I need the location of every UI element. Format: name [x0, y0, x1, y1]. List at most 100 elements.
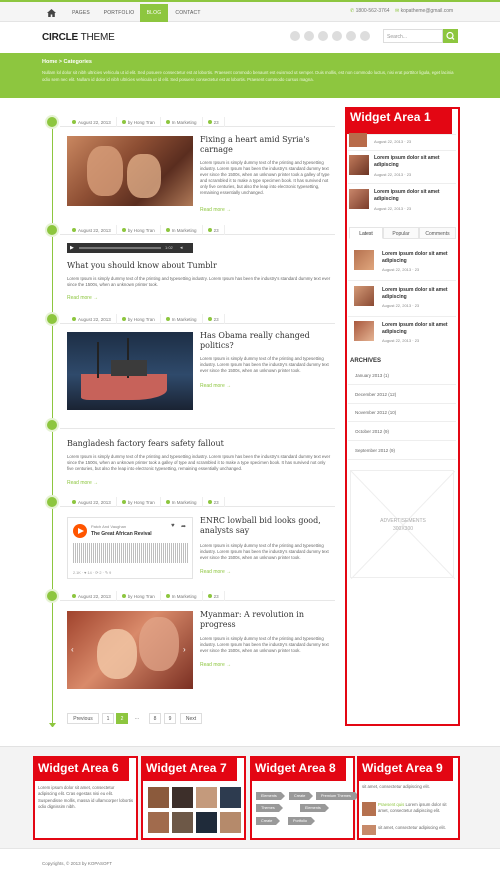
post-title[interactable]: Myanmar: A revolution in progress [200, 610, 335, 630]
pagination-page[interactable]: 9 [164, 713, 176, 724]
tweet-avatar[interactable] [362, 802, 376, 816]
twitter-icon[interactable] [332, 31, 342, 41]
soundcloud-waveform[interactable] [73, 543, 188, 563]
post-comments[interactable]: 23 [203, 591, 225, 601]
post-image[interactable] [67, 332, 193, 410]
post-image-slider[interactable]: ‹ › [67, 611, 193, 689]
post-category[interactable]: In Marketing [161, 225, 203, 235]
post-image[interactable] [67, 136, 193, 206]
read-more-link[interactable]: Read more → [200, 569, 231, 575]
sidebar-item-title[interactable]: Lorem ipsum dolor sit amet adipiscing [382, 251, 454, 264]
nav-pages[interactable]: PAGES [64, 4, 98, 22]
sidebar-thumb[interactable] [354, 286, 374, 306]
nav-portfolio[interactable]: PORTFOLIO [99, 4, 139, 22]
post-category[interactable]: In Marketing [161, 591, 203, 601]
site-logo[interactable]: CIRCLE THEME [42, 32, 115, 43]
post-category[interactable]: In Marketing [161, 314, 203, 324]
post-comments[interactable]: 23 [203, 117, 225, 127]
tag[interactable]: Themes [256, 804, 283, 812]
gallery-thumb[interactable] [220, 787, 241, 808]
sidebar-item-title[interactable]: Lorem ipsum dolor sit amet adipiscing [374, 155, 454, 168]
post-title[interactable]: Has Obama really changed politics? [200, 331, 335, 351]
advertisement-box[interactable]: ADVERTISEMENTS 300X300 [350, 470, 455, 579]
read-more-link[interactable]: Read more → [67, 295, 98, 301]
archive-link[interactable]: September 2012 (9) [355, 448, 395, 453]
gallery-thumb[interactable] [148, 787, 169, 808]
gallery-thumb[interactable] [196, 812, 217, 833]
post-title[interactable]: Bangladesh factory fears safety fallout [67, 439, 332, 449]
play-icon[interactable]: ▶ [70, 245, 76, 251]
tab-latest[interactable]: Latest [349, 227, 383, 239]
tweet-link[interactable]: Praesent quis [378, 802, 404, 807]
nav-blog[interactable]: BLOG [140, 4, 168, 22]
pagination-page[interactable]: 8 [149, 713, 161, 724]
gallery-thumb[interactable] [196, 787, 217, 808]
sidebar-thumb[interactable] [349, 155, 369, 175]
pagination-page[interactable]: 1 [102, 713, 114, 724]
tag[interactable]: Elements [300, 804, 329, 812]
archive-link[interactable]: October 2012 (9) [355, 429, 389, 434]
gallery-thumb[interactable] [220, 812, 241, 833]
soundcloud-artist[interactable]: Patch And Vaughan [91, 524, 126, 529]
tag[interactable]: Elements [256, 792, 285, 800]
heart-icon[interactable]: ♥ [171, 523, 175, 529]
gallery-thumb[interactable] [172, 787, 193, 808]
post-comments[interactable]: 23 [203, 314, 225, 324]
tag[interactable]: Create [256, 817, 281, 825]
tag[interactable]: Portfolio [288, 817, 315, 825]
nav-contact[interactable]: CONTACT [169, 4, 207, 22]
sidebar-item-title[interactable]: Lorem ipsum dolor sit amet adipiscing [382, 287, 454, 300]
search-input[interactable]: Search... [383, 29, 443, 43]
tab-popular[interactable]: Popular [383, 227, 419, 239]
post-comments[interactable]: 23 [203, 497, 225, 507]
audio-progress[interactable] [79, 247, 161, 249]
sidebar-item-title[interactable]: Lorem ipsum dolor sit amet adipiscing [374, 189, 454, 202]
rss-icon[interactable] [290, 31, 300, 41]
post-author[interactable]: by Hong Tran [117, 314, 161, 324]
post-category[interactable]: In Marketing [161, 497, 203, 507]
slider-prev-icon[interactable]: ‹ [71, 645, 74, 654]
sidebar-item-title[interactable]: Lorem ipsum dolor sit amet adipiscing [382, 322, 454, 335]
volume-icon[interactable]: ◂ [180, 245, 188, 251]
email-info[interactable]: ✉ kopatheme@gmail.com [395, 8, 453, 14]
facebook-icon[interactable] [318, 31, 328, 41]
vimeo-icon[interactable] [346, 31, 356, 41]
post-title[interactable]: ENRC lowball bid looks good, analysts sa… [200, 516, 335, 536]
post-author[interactable]: by Hong Tran [117, 497, 161, 507]
tag[interactable]: Premium Themes [316, 792, 359, 800]
read-more-link[interactable]: Read more → [67, 480, 98, 486]
sidebar-thumb[interactable] [349, 133, 367, 147]
gallery-thumb[interactable] [148, 812, 169, 833]
post-author[interactable]: by Hong Tran [117, 225, 161, 235]
search-button[interactable] [443, 29, 458, 43]
post-comments[interactable]: 23 [203, 225, 225, 235]
sidebar-thumb[interactable] [349, 189, 369, 209]
home-icon[interactable] [40, 4, 62, 22]
pagination-next[interactable]: Next [180, 713, 202, 724]
archive-link[interactable]: December 2012 (12) [355, 392, 396, 397]
post-title[interactable]: Fixing a heart amid Syria's carnage [200, 135, 335, 155]
soundcloud-track[interactable]: The Great African Revival [91, 531, 152, 537]
post-title[interactable]: What you should know about Tumblr [67, 261, 327, 271]
gallery-thumb[interactable] [172, 812, 193, 833]
read-more-link[interactable]: Read more → [200, 662, 231, 668]
tab-comments[interactable]: Comments [419, 227, 456, 239]
sidebar-thumb[interactable] [354, 250, 374, 270]
flickr-icon[interactable] [360, 31, 370, 41]
google-plus-icon[interactable] [304, 31, 314, 41]
pagination-page-active[interactable]: 2 [116, 713, 128, 724]
slider-next-icon[interactable]: › [183, 645, 186, 654]
soundcloud-play-button[interactable] [73, 524, 87, 538]
breadcrumb[interactable]: Home > Categories [42, 59, 92, 65]
archive-link[interactable]: January 2013 (1) [355, 373, 389, 378]
sidebar-thumb[interactable] [354, 321, 374, 341]
post-author[interactable]: by Hong Tran [117, 591, 161, 601]
tag[interactable]: Create [289, 792, 314, 800]
tweet-avatar[interactable] [362, 825, 376, 835]
pagination-prev[interactable]: Previous [67, 713, 99, 724]
read-more-link[interactable]: Read more → [200, 383, 231, 389]
archive-link[interactable]: November 2012 (10) [355, 410, 396, 415]
share-icon[interactable]: ➦ [181, 523, 186, 530]
read-more-link[interactable]: Read more → [200, 207, 231, 213]
post-category[interactable]: In Marketing [161, 117, 203, 127]
